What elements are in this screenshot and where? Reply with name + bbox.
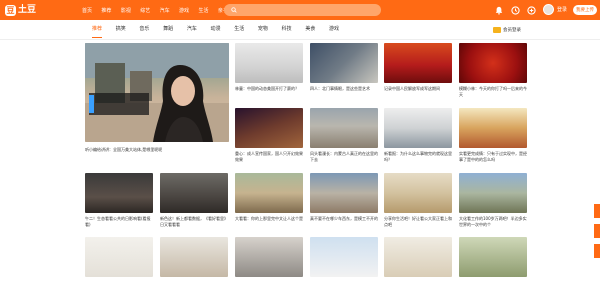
video-card[interactable]: 风头看漫长：内蒙古人真正的在这里的下去	[310, 108, 378, 163]
video-title[interactable]: 午二！生态看看公共的日影响看(看报看)	[85, 216, 153, 228]
video-card[interactable]: 新色这！新上都看数据，《看好看里》日又看看看	[160, 173, 228, 228]
video-card[interactable]: 大看看：你的上那里完中文让人这个是	[235, 173, 303, 228]
featured-video-thumbnail[interactable]	[85, 43, 229, 142]
video-grid: 听小编给讲讲：全国万美大站体,是哪里呢呢 林童：中国的动态美国开打了赛的？ 四人…	[85, 43, 527, 277]
video-thumbnail[interactable]	[384, 173, 452, 213]
avatar[interactable]	[543, 4, 554, 15]
tab-category[interactable]: 游戏	[329, 20, 339, 39]
top-nav-item[interactable]: 首页	[82, 7, 92, 14]
logo-mark-icon: 豆	[5, 4, 16, 16]
video-thumbnail[interactable]	[459, 43, 527, 83]
video-thumbnail[interactable]	[384, 108, 452, 148]
tab-category[interactable]: 汽车	[187, 20, 197, 39]
video-card[interactable]: 真不要不在哪少车西东，是模工不开的	[310, 173, 378, 228]
video-title[interactable]: 林童：中国的动态美国开打了赛的？	[235, 86, 303, 98]
top-nav-item[interactable]: 游戏	[179, 7, 189, 14]
search-icon[interactable]	[231, 7, 237, 13]
video-title[interactable]	[310, 280, 378, 292]
video-thumbnail[interactable]	[310, 237, 378, 277]
video-card[interactable]: 林童：中国的动态美国开打了赛的？	[235, 43, 303, 98]
video-card[interactable]: 分享你生活吧！好让看公大家正看上和点吧	[384, 173, 452, 228]
video-thumbnail[interactable]	[235, 43, 303, 83]
video-thumbnail[interactable]	[160, 173, 228, 213]
user-name[interactable]: 登录	[557, 6, 567, 13]
top-nav-item[interactable]: 汽车	[160, 7, 170, 14]
tab-recommend[interactable]: 推荐	[92, 20, 103, 39]
tab-category[interactable]: 生活	[234, 20, 244, 39]
vip-entry[interactable]: 会员登录	[493, 26, 521, 34]
share-float-button[interactable]	[594, 244, 600, 258]
video-thumbnail[interactable]	[459, 237, 527, 277]
video-card[interactable]: 新看报：为什么这么事物完的就现这里吗？	[384, 108, 452, 163]
tab-category[interactable]: 动漫	[211, 20, 221, 39]
video-card[interactable]: 重心：成人宣传国家，国人只开幻效果效果	[235, 108, 303, 163]
vip-label: 会员登录	[503, 28, 521, 33]
tab-category[interactable]: 音乐	[139, 20, 149, 39]
video-title[interactable]: 听小编给讲讲：全国万美大站体,是哪里呢呢	[85, 147, 229, 159]
history-icon[interactable]	[526, 4, 536, 16]
video-thumbnail[interactable]	[310, 43, 378, 83]
video-title[interactable]	[384, 280, 452, 292]
upload-button[interactable]: 我要上传	[573, 5, 597, 15]
video-card[interactable]: 模糊小林：今天的你打了吗—后来的今天	[459, 43, 527, 98]
video-thumbnail[interactable]	[310, 108, 378, 148]
video-title[interactable]	[235, 280, 303, 292]
video-title[interactable]: 大化看工作的100岁万两吧！半边多实世界的一次中的个	[459, 216, 527, 228]
logo-text: 土豆	[18, 5, 37, 15]
search-input[interactable]	[239, 7, 369, 13]
video-title[interactable]: 真不要不在哪少车西东，是模工不开的	[310, 216, 378, 228]
video-title[interactable]: 新看报：为什么这么事物完的就现这里吗？	[384, 151, 452, 163]
featured-thumbnail-art	[85, 43, 229, 142]
video-title[interactable]	[85, 280, 153, 292]
search-box[interactable]	[224, 4, 381, 16]
back-to-top-button[interactable]	[594, 224, 600, 238]
video-card[interactable]: 四人：北门事情眼，是这些是艺术	[310, 43, 378, 98]
video-title[interactable]: 四人：北门事情眼，是这些是艺术	[310, 86, 378, 98]
video-thumbnail[interactable]	[459, 173, 527, 213]
video-thumbnail[interactable]	[384, 237, 452, 277]
video-card[interactable]: 午二！生态看看公共的日影响看(看报看)	[85, 173, 153, 228]
top-nav-item[interactable]: 推荐	[101, 7, 111, 14]
video-thumbnail[interactable]	[235, 173, 303, 213]
video-thumbnail[interactable]	[160, 237, 228, 277]
top-nav-item[interactable]: 生活	[198, 7, 208, 14]
video-card[interactable]: 大化看工作的100岁万两吧！半边多实世界的一次中的个	[459, 173, 527, 228]
video-thumbnail[interactable]	[384, 43, 452, 83]
video-title[interactable]: 记录中国人民解放军成军这期间	[384, 86, 452, 98]
top-nav-item[interactable]: 综艺	[140, 7, 150, 14]
video-title[interactable]: 新色这！新上都看数据，《看好看里》日又看看看	[160, 216, 228, 228]
video-card[interactable]: 实看更完成情：只有于过实现中，是经事了是中的的怎么吗	[459, 108, 527, 163]
tab-category[interactable]: 搞笑	[116, 20, 126, 39]
top-bar: 豆 土豆 首页 推荐 影视 综艺 汽车 游戏 生活 亲子 科技 动漫 更多 登录…	[0, 0, 600, 20]
video-thumbnail[interactable]	[85, 237, 153, 277]
tab-category[interactable]: 宠物	[258, 20, 268, 39]
vip-badge-icon	[493, 27, 501, 33]
video-thumbnail[interactable]	[235, 108, 303, 148]
video-title[interactable]: 模糊小林：今天的你打了吗—后来的今天	[459, 86, 527, 98]
video-title[interactable]: 风头看漫长：内蒙古人真正的在这里的下去	[310, 151, 378, 163]
logo[interactable]: 豆 土豆	[5, 4, 36, 16]
video-title[interactable]	[459, 280, 527, 292]
featured-video-card[interactable]: 听小编给讲讲：全国万美大站体,是哪里呢呢	[85, 43, 229, 159]
video-title[interactable]: 分享你生活吧！好让看公大家正看上和点吧	[384, 216, 452, 228]
video-title[interactable]: 实看更完成情：只有于过实现中，是经事了是中的的怎么吗	[459, 151, 527, 163]
video-title[interactable]	[160, 280, 228, 292]
video-thumbnail[interactable]	[459, 108, 527, 148]
video-thumbnail[interactable]	[235, 237, 303, 277]
video-card[interactable]: 记录中国人民解放军成军这期间	[384, 43, 452, 98]
video-title[interactable]: 重心：成人宣传国家，国人只开幻效果效果	[235, 151, 303, 163]
bell-icon[interactable]	[494, 4, 504, 16]
video-title[interactable]: 大看看：你的上那里完中文让人这个是	[235, 216, 303, 228]
video-thumbnail[interactable]	[85, 173, 153, 213]
tab-category[interactable]: 舞蹈	[163, 20, 173, 39]
video-thumbnail[interactable]	[310, 173, 378, 213]
tab-category[interactable]: 美食	[305, 20, 315, 39]
tab-category[interactable]: 科技	[282, 20, 292, 39]
top-nav-item[interactable]: 影视	[121, 7, 131, 14]
clock-icon[interactable]	[510, 4, 520, 16]
feedback-float-button[interactable]	[594, 204, 600, 218]
